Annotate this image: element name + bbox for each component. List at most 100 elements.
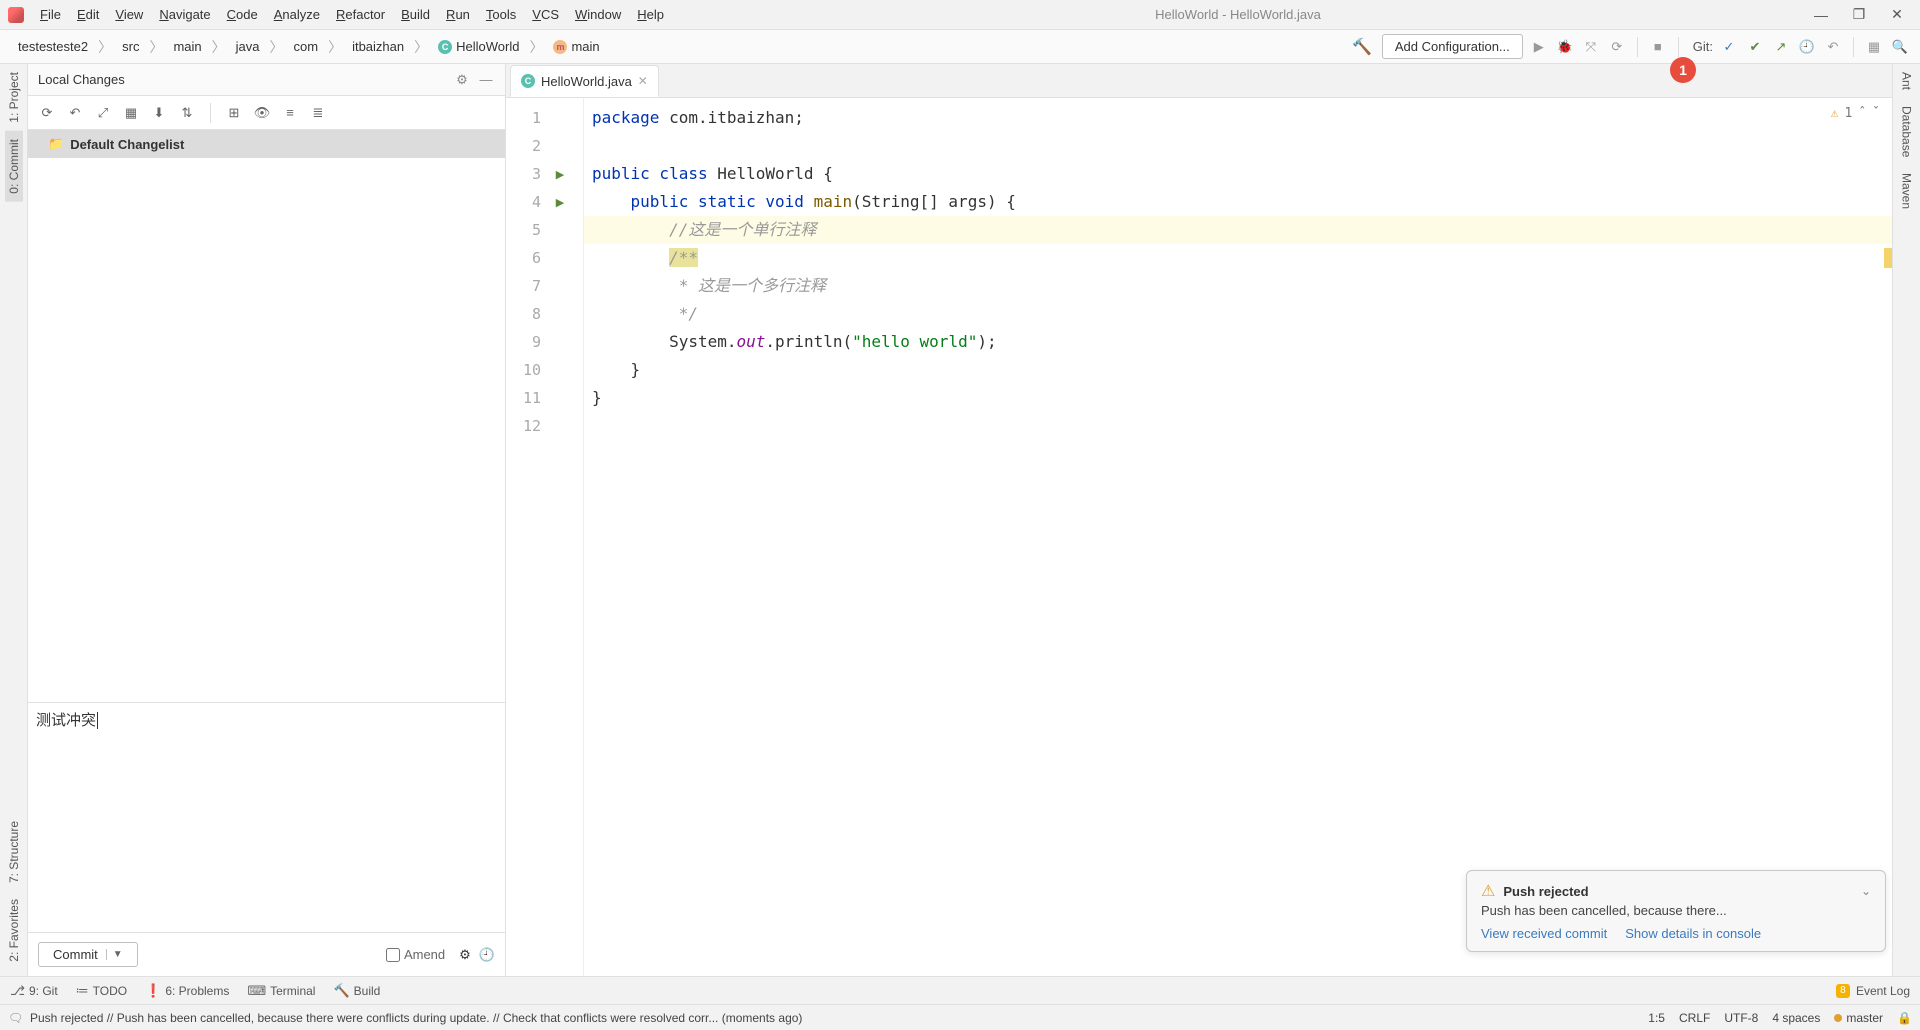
amend-checkbox-input[interactable] (386, 948, 400, 962)
toolwin-git[interactable]: ⎇9: Git (10, 983, 58, 999)
code-line[interactable]: package com.itbaizhan; (584, 104, 1892, 132)
changelist-icon[interactable]: ▦ (122, 104, 140, 122)
git-history-icon[interactable]: 🕘 (1797, 37, 1817, 57)
code-line[interactable]: } (584, 356, 1892, 384)
breadcrumb-item[interactable]: main (165, 35, 209, 58)
menu-run[interactable]: Run (440, 5, 476, 24)
build-icon[interactable]: 🔨 (1348, 33, 1376, 61)
commit-dropdown-icon[interactable]: ▼ (106, 949, 123, 960)
search-everywhere-icon[interactable]: 🔍 (1890, 37, 1910, 57)
inspection-widget[interactable]: ⚠ 1 ˆ ˇ (1831, 106, 1880, 121)
expand-icon[interactable]: ⌄ (1861, 884, 1871, 898)
rollback-icon[interactable]: ↶ (66, 104, 84, 122)
commit-settings-icon[interactable]: ⚙ (459, 947, 471, 963)
menu-vcs[interactable]: VCS (526, 5, 565, 24)
commit-button[interactable]: Commit ▼ (38, 942, 138, 967)
next-highlight-icon[interactable]: ˇ (1872, 106, 1880, 121)
toolwin-problems[interactable]: ❗6: Problems (145, 983, 229, 999)
prev-highlight-icon[interactable]: ˆ (1858, 106, 1866, 121)
menu-refactor[interactable]: Refactor (330, 5, 391, 24)
breadcrumb-item[interactable]: src (114, 35, 147, 58)
indent[interactable]: 4 spaces (1772, 1011, 1820, 1025)
error-stripe-mark[interactable] (1884, 248, 1892, 268)
minimize-button[interactable]: — (1806, 6, 1836, 24)
caret-position[interactable]: 1:5 (1648, 1011, 1665, 1025)
menu-help[interactable]: Help (631, 5, 670, 24)
shelve-icon[interactable]: ⬇ (150, 104, 168, 122)
stop-icon[interactable]: ■ (1648, 37, 1668, 57)
code-line[interactable]: */ (584, 300, 1892, 328)
git-update-icon[interactable]: ✓ (1719, 37, 1739, 57)
lock-icon[interactable]: 🔒 (1897, 1011, 1912, 1025)
view-icon[interactable]: 👁 (253, 104, 271, 122)
encoding[interactable]: UTF-8 (1724, 1011, 1758, 1025)
toolwin-ant[interactable]: Ant (1898, 64, 1916, 98)
refresh-icon[interactable]: ⟳ (38, 104, 56, 122)
git-rollback-icon[interactable]: ↶ (1823, 37, 1843, 57)
toolwin-database[interactable]: Database (1898, 98, 1916, 165)
menu-analyze[interactable]: Analyze (268, 5, 326, 24)
breadcrumb-item[interactable]: com (286, 35, 327, 58)
toolwin-terminal[interactable]: ⌨Terminal (247, 983, 315, 999)
run-config-dropdown[interactable]: Add Configuration... (1382, 34, 1523, 59)
group-icon[interactable]: ⊞ (225, 104, 243, 122)
code-line[interactable]: /** (584, 244, 1892, 272)
amend-checkbox[interactable]: Amend (386, 947, 445, 962)
hide-icon[interactable]: — (477, 71, 495, 89)
code-line[interactable] (584, 132, 1892, 160)
menu-tools[interactable]: Tools (480, 5, 522, 24)
notification-badge[interactable]: 1 (1670, 57, 1696, 83)
git-branch[interactable]: master (1834, 1011, 1883, 1025)
code-line[interactable]: } (584, 384, 1892, 412)
breadcrumb-item[interactable]: CHelloWorld (430, 35, 527, 58)
coverage-icon[interactable]: ⤧ (1581, 37, 1601, 57)
collapse-icon[interactable]: ≣ (309, 104, 327, 122)
toolwin-build[interactable]: 🔨Build (333, 983, 380, 999)
toolwin-structure[interactable]: 7: Structure (5, 813, 23, 891)
run-icon[interactable]: ▶ (1529, 37, 1549, 57)
ide-tools-icon[interactable]: ▦ (1864, 37, 1884, 57)
close-button[interactable]: ✕ (1882, 6, 1912, 24)
toolwin-commit[interactable]: 0: Commit (5, 131, 23, 202)
menu-code[interactable]: Code (221, 5, 264, 24)
statusbar-icon[interactable]: 🗨 (8, 1011, 24, 1025)
maximize-button[interactable]: ❐ (1844, 6, 1874, 24)
profile-icon[interactable]: ⟳ (1607, 37, 1627, 57)
git-commit-icon[interactable]: ✔ (1745, 37, 1765, 57)
menu-build[interactable]: Build (395, 5, 436, 24)
breadcrumb-item[interactable]: testesteste2 (10, 35, 96, 58)
show-details-link[interactable]: Show details in console (1625, 926, 1761, 941)
menu-edit[interactable]: Edit (71, 5, 105, 24)
toolwin-event-log[interactable]: Event Log (1856, 984, 1910, 998)
menu-navigate[interactable]: Navigate (153, 5, 216, 24)
unshelve-icon[interactable]: ⇅ (178, 104, 196, 122)
view-received-commit-link[interactable]: View received commit (1481, 926, 1607, 941)
breadcrumb-item[interactable]: java (228, 35, 268, 58)
git-push-icon[interactable]: ↗ (1771, 37, 1791, 57)
breadcrumb-item[interactable]: mmain (545, 35, 607, 58)
default-changelist[interactable]: 📁 Default Changelist (28, 130, 505, 158)
menu-view[interactable]: View (109, 5, 149, 24)
expand-icon[interactable]: ≡ (281, 104, 299, 122)
code-line[interactable]: public class HelloWorld { (584, 160, 1892, 188)
debug-icon[interactable]: 🐞 (1555, 37, 1575, 57)
breadcrumb-item[interactable]: itbaizhan (344, 35, 412, 58)
file-tab[interactable]: C HelloWorld.java ✕ (510, 65, 659, 97)
code-editor[interactable]: 123456789101112 ▶▶ ⚠ 1 ˆ ˇ package com.i… (506, 98, 1892, 976)
toolwin-maven[interactable]: Maven (1898, 165, 1916, 217)
toolwin-project[interactable]: 1: Project (5, 64, 23, 131)
diff-icon[interactable]: ⤢ (94, 104, 112, 122)
code-body[interactable]: ⚠ 1 ˆ ˇ package com.itbaizhan; public cla… (584, 98, 1892, 976)
code-line[interactable]: * 这是一个多行注释 (584, 272, 1892, 300)
gear-icon[interactable]: ⚙ (453, 71, 471, 89)
toolwin-todo[interactable]: ≔TODO (76, 983, 127, 999)
code-line[interactable] (584, 412, 1892, 440)
line-separator[interactable]: CRLF (1679, 1011, 1710, 1025)
code-line[interactable]: public static void main(String[] args) { (584, 188, 1892, 216)
close-tab-icon[interactable]: ✕ (638, 74, 648, 88)
commit-message-input[interactable]: 测试冲突 (28, 702, 505, 932)
menu-file[interactable]: File (34, 5, 67, 24)
commit-history-icon[interactable]: 🕘 (479, 947, 495, 963)
code-line[interactable]: //这是一个单行注释 (584, 216, 1892, 244)
toolwin-favorites[interactable]: 2: Favorites (5, 891, 23, 970)
